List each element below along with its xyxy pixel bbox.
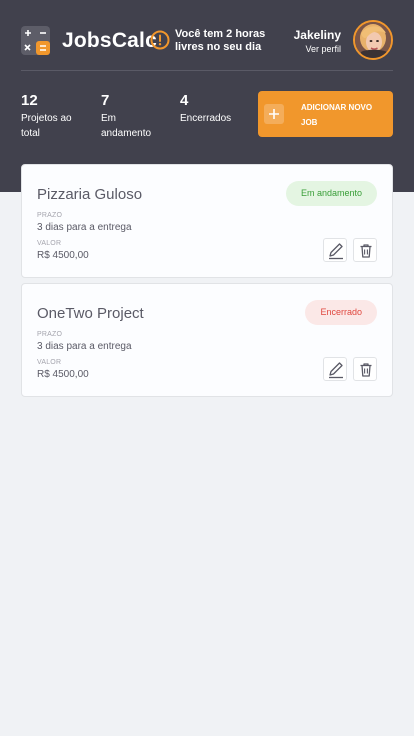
free-hours-alert: Você tem 2 horas livres no seu dia xyxy=(175,28,266,53)
stat-label: Encerrados xyxy=(180,113,232,124)
stat-label: Em andamento xyxy=(101,113,152,139)
delete-job-button[interactable] xyxy=(353,357,377,381)
add-job-label: Adicionar novo job xyxy=(301,103,373,127)
delete-job-button[interactable] xyxy=(353,238,377,262)
deadline-value: 3 dias para a entrega xyxy=(37,341,132,352)
stat-value: 7 xyxy=(101,92,110,109)
deadline-label: Prazo xyxy=(37,331,63,338)
stat-closed: 4 Encerrados xyxy=(180,92,250,126)
status-badge: Em andamento xyxy=(285,181,377,206)
plus-icon xyxy=(264,104,284,124)
stat-total-projects: 12 Projetos ao total xyxy=(21,92,83,141)
avatar-image xyxy=(355,22,391,58)
profile-name: Jakeliny xyxy=(293,28,341,42)
pencil-icon xyxy=(329,362,343,379)
pencil-icon xyxy=(329,243,343,260)
stat-value: 12 xyxy=(21,92,38,109)
edit-job-button[interactable] xyxy=(323,238,347,262)
value-label: Valor xyxy=(37,359,62,366)
trash-icon xyxy=(360,363,372,377)
stat-value: 4 xyxy=(180,92,189,109)
stat-in-progress: 7 Em andamento xyxy=(101,92,161,141)
alert-circle-icon xyxy=(150,30,170,50)
value-label: Valor xyxy=(37,240,62,247)
trash-icon xyxy=(360,244,372,258)
edit-job-button[interactable] xyxy=(323,357,347,381)
deadline-value: 3 dias para a entrega xyxy=(37,222,132,233)
job-value: R$ 4500,00 xyxy=(37,369,89,380)
header-divider xyxy=(21,70,393,71)
calculator-icon xyxy=(21,26,50,55)
job-title: OneTwo Project xyxy=(37,305,144,322)
deadline-label: Prazo xyxy=(37,212,63,219)
job-title: Pizzaria Guloso xyxy=(37,186,143,203)
avatar[interactable] xyxy=(353,20,393,60)
app-brand: JobsCalc xyxy=(62,29,157,52)
job-card: OneTwo Project Encerrado Prazo 3 dias pa… xyxy=(21,283,393,397)
job-value: R$ 4500,00 xyxy=(37,250,89,261)
add-job-button[interactable]: Adicionar novo job xyxy=(258,91,393,137)
view-profile-link[interactable]: Ver perfil xyxy=(305,44,341,54)
job-card: Pizzaria Guloso Em andamento Prazo 3 dia… xyxy=(21,164,393,278)
stat-label: Projetos ao total xyxy=(21,113,72,139)
status-badge: Encerrado xyxy=(305,300,377,325)
